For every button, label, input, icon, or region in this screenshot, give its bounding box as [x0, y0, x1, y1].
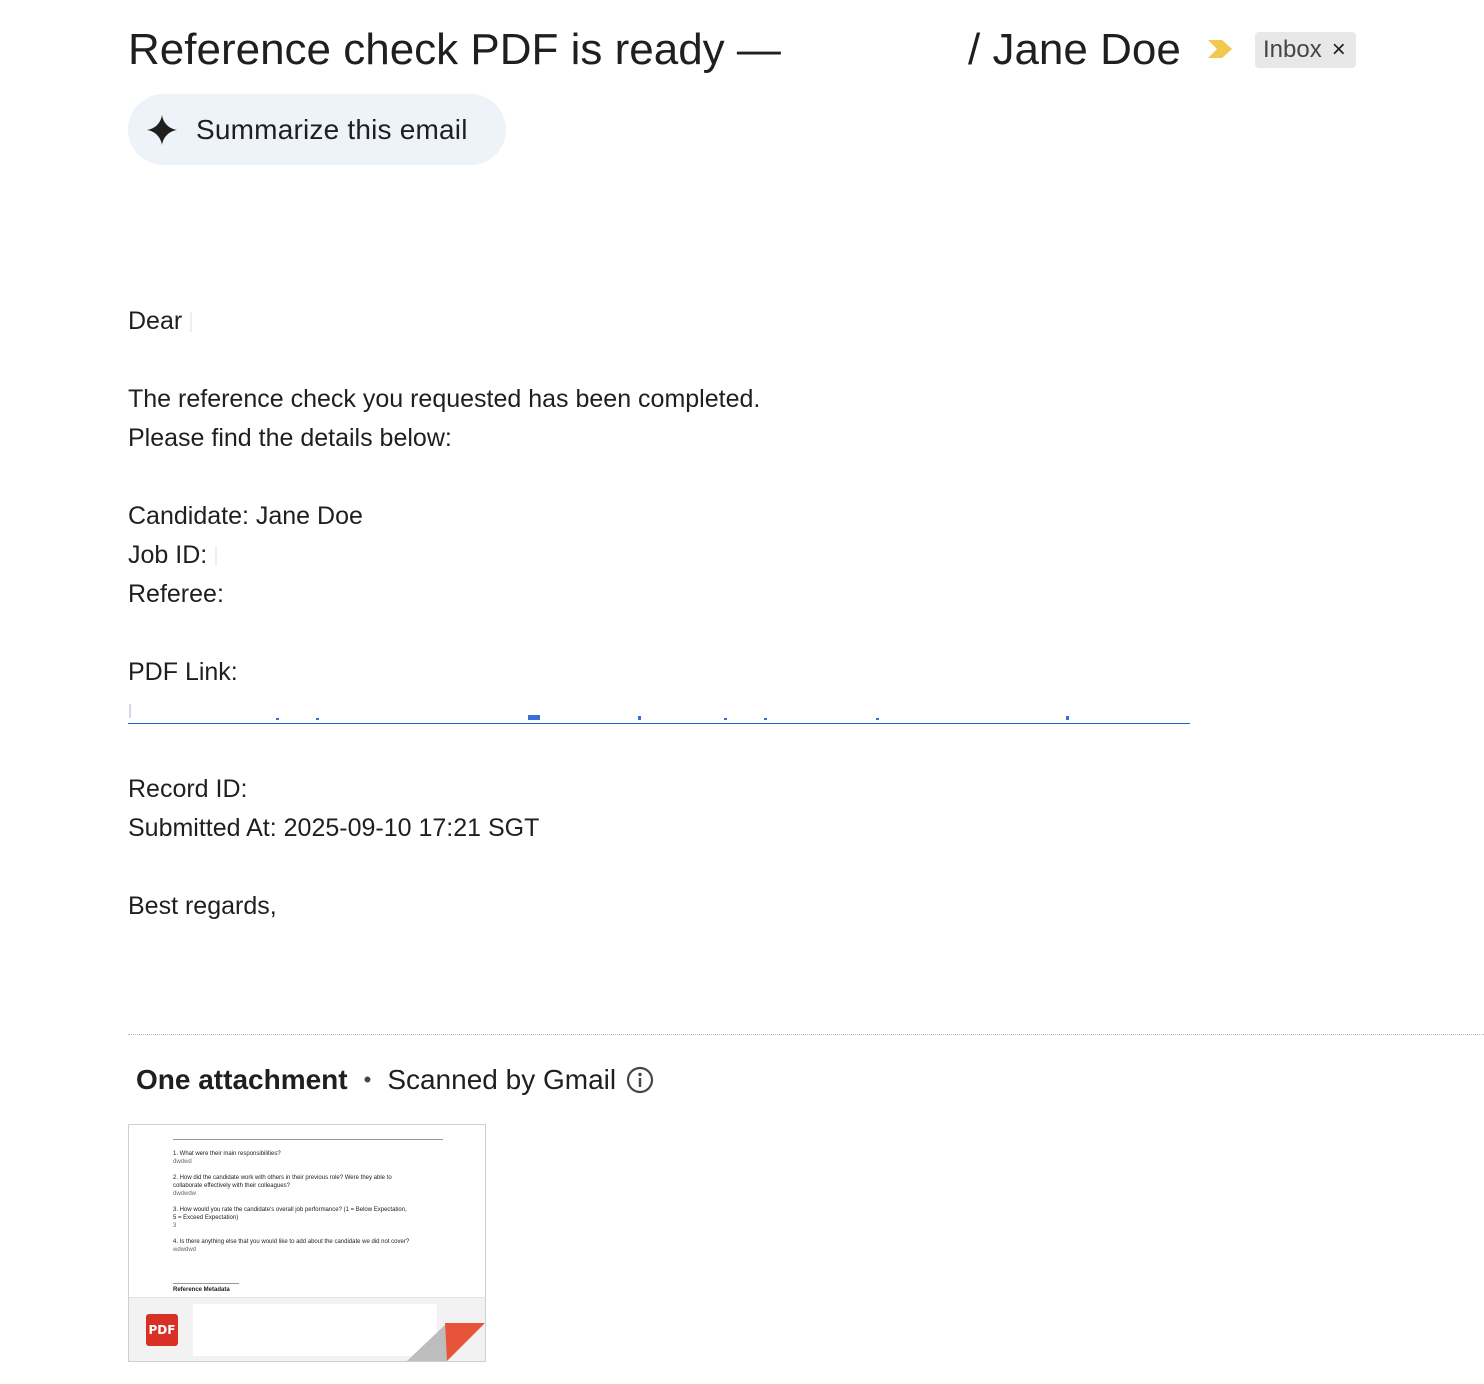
preview-question-2a: 2. How did the candidate work with other…: [173, 1175, 392, 1181]
page-corner-fold-icon: [407, 1323, 485, 1361]
attachments-divider: [128, 1034, 1484, 1035]
submitted-at-line: Submitted At: 2025-09-10 17:21 SGT: [128, 814, 540, 842]
redacted-filename: [193, 1304, 437, 1356]
intro-line-1: The reference check you requested has be…: [128, 385, 761, 413]
candidate-line: Candidate: Jane Doe: [128, 502, 363, 530]
job-id-label: Job ID:: [128, 541, 208, 569]
preview-question-4: 4. Is there anything else that you would…: [173, 1239, 410, 1245]
referee-line: Referee:: [128, 580, 224, 608]
greeting-text: Dear: [128, 307, 183, 335]
preview-question-1: 1. What were their main responsibilities…: [173, 1151, 281, 1157]
redacted-link-text: [129, 704, 1069, 720]
preview-answer-1: dwdwd: [173, 1159, 192, 1165]
scanned-by-gmail: Scanned by Gmail: [387, 1064, 617, 1095]
pdf-link[interactable]: [128, 700, 1190, 724]
job-id-line: Job ID:: [128, 536, 218, 575]
preview-meta-heading: Reference Metadata: [173, 1287, 230, 1293]
pdf-link-label: PDF Link:: [128, 658, 238, 686]
redacted-job-id: [215, 546, 218, 567]
signoff: Best regards,: [128, 892, 277, 920]
email-subject-row: Reference check PDF is ready — / Jane Do…: [128, 22, 1368, 80]
email-subject: Reference check PDF is ready —: [128, 25, 781, 74]
preview-answer-4: wdwdwd: [173, 1247, 197, 1253]
attachment-card[interactable]: 1. What were their main responsibilities…: [128, 1124, 486, 1362]
attachment-preview: 1. What were their main responsibilities…: [129, 1125, 485, 1297]
preview-question-2b: collaborate effectively with their colle…: [173, 1183, 290, 1189]
preview-top-rule: [173, 1139, 443, 1140]
email-subject-candidate: / Jane Doe: [968, 25, 1181, 74]
importance-marker-icon[interactable]: [1206, 38, 1234, 60]
inbox-label-text: Inbox: [1263, 36, 1322, 63]
remove-label-icon[interactable]: ×: [1332, 36, 1346, 64]
preview-answer-2: dwdwdw: [173, 1191, 197, 1197]
sparkle-icon: [147, 114, 177, 145]
preview-question-3a: 3. How would you rate the candidate's ov…: [173, 1207, 407, 1213]
preview-question-3b: 5 = Exceed Expectation): [173, 1215, 239, 1221]
attachments-header: One attachment • Scanned by Gmail: [136, 1060, 654, 1100]
bullet-separator: •: [363, 1067, 372, 1092]
info-icon[interactable]: [626, 1066, 654, 1094]
attachment-count: One attachment: [136, 1064, 348, 1095]
intro-line-2: Please find the details below:: [128, 424, 452, 452]
pdf-file-icon: PDF: [146, 1314, 178, 1346]
preview-meta-rule: [173, 1283, 239, 1284]
summarize-email-button[interactable]: Summarize this email: [128, 94, 506, 165]
redacted-name: [190, 312, 193, 333]
greeting: Dear: [128, 302, 193, 341]
record-id-line: Record ID:: [128, 775, 248, 803]
summarize-email-label: Summarize this email: [196, 113, 468, 145]
preview-answer-3: 3: [173, 1223, 177, 1229]
inbox-label-chip[interactable]: Inbox ×: [1255, 32, 1356, 68]
